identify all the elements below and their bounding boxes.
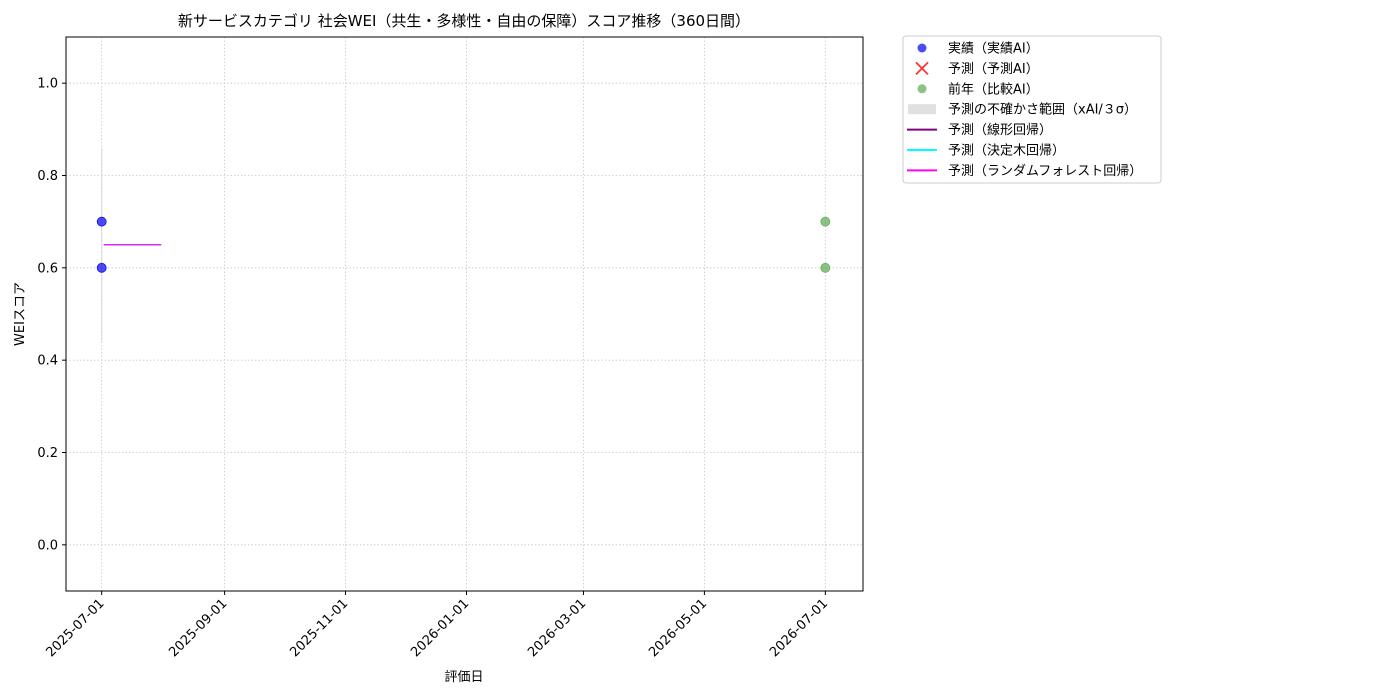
- chart-canvas: 新サービスカテゴリ 社会WEI（共生・多様性・自由の保障）スコア推移（360日間…: [13, 12, 1162, 685]
- legend-label: 予測（線形回帰）: [948, 122, 1052, 138]
- y-tick-label: 1.0: [37, 77, 58, 92]
- legend-label: 予測の不確かさ範囲（xAI/３σ）: [948, 102, 1137, 118]
- chart-title: 新サービスカテゴリ 社会WEI（共生・多様性・自由の保障）スコア推移（360日間…: [178, 12, 750, 30]
- x-tick-label: 2025-07-01: [43, 596, 107, 660]
- uncertainty-band: [101, 147, 103, 342]
- y-axis-ticks: 0.0 0.2 0.4 0.6 0.8 1.0: [37, 77, 66, 553]
- x-tick-label: 2026-05-01: [646, 596, 710, 660]
- data-point: [820, 262, 831, 273]
- legend-label: 実績（実績AI）: [948, 41, 1039, 57]
- legend-label: 前年（比較AI）: [948, 81, 1039, 97]
- legend-label: 予測（決定木回帰）: [948, 143, 1065, 159]
- x-tick-label: 2025-09-01: [166, 596, 230, 660]
- x-tick-label: 2026-01-01: [408, 596, 472, 660]
- legend: 実績（実績AI） 予測（予測AI） 前年（比較AI） 予測の不確かさ範囲（xAI/３σ…: [902, 35, 1162, 184]
- y-tick-label: 0.2: [37, 446, 58, 461]
- legend-swatch: [917, 43, 927, 53]
- y-tick-label: 0.4: [37, 354, 58, 369]
- data-point: [820, 216, 831, 227]
- grid-layer: [66, 37, 863, 591]
- y-axis-label: WEIスコア: [13, 282, 28, 346]
- x-axis-ticks: 2025-07-01 2025-09-01 2025-11-01 2026-01-01…: [43, 591, 831, 660]
- legend-swatch: [917, 84, 927, 94]
- legend-label: 予測（予測AI）: [948, 62, 1039, 77]
- y-tick-label: 0.8: [37, 169, 58, 184]
- x-tick-label: 2026-07-01: [767, 596, 831, 660]
- y-tick-label: 0.6: [37, 261, 58, 276]
- band-layer: [101, 147, 103, 342]
- plot-frame: [65, 36, 864, 592]
- data-point: [96, 216, 107, 227]
- x-tick-label: 2026-03-01: [525, 596, 589, 660]
- x-axis-label: 評価日: [444, 670, 483, 685]
- legend-swatch: [908, 104, 936, 115]
- y-tick-label: 0.0: [37, 538, 58, 553]
- legend-label: 予測（ランダムフォレスト回帰）: [948, 163, 1142, 179]
- series-layer: [96, 216, 831, 273]
- data-point: [96, 262, 107, 273]
- x-tick-label: 2025-11-01: [287, 596, 351, 660]
